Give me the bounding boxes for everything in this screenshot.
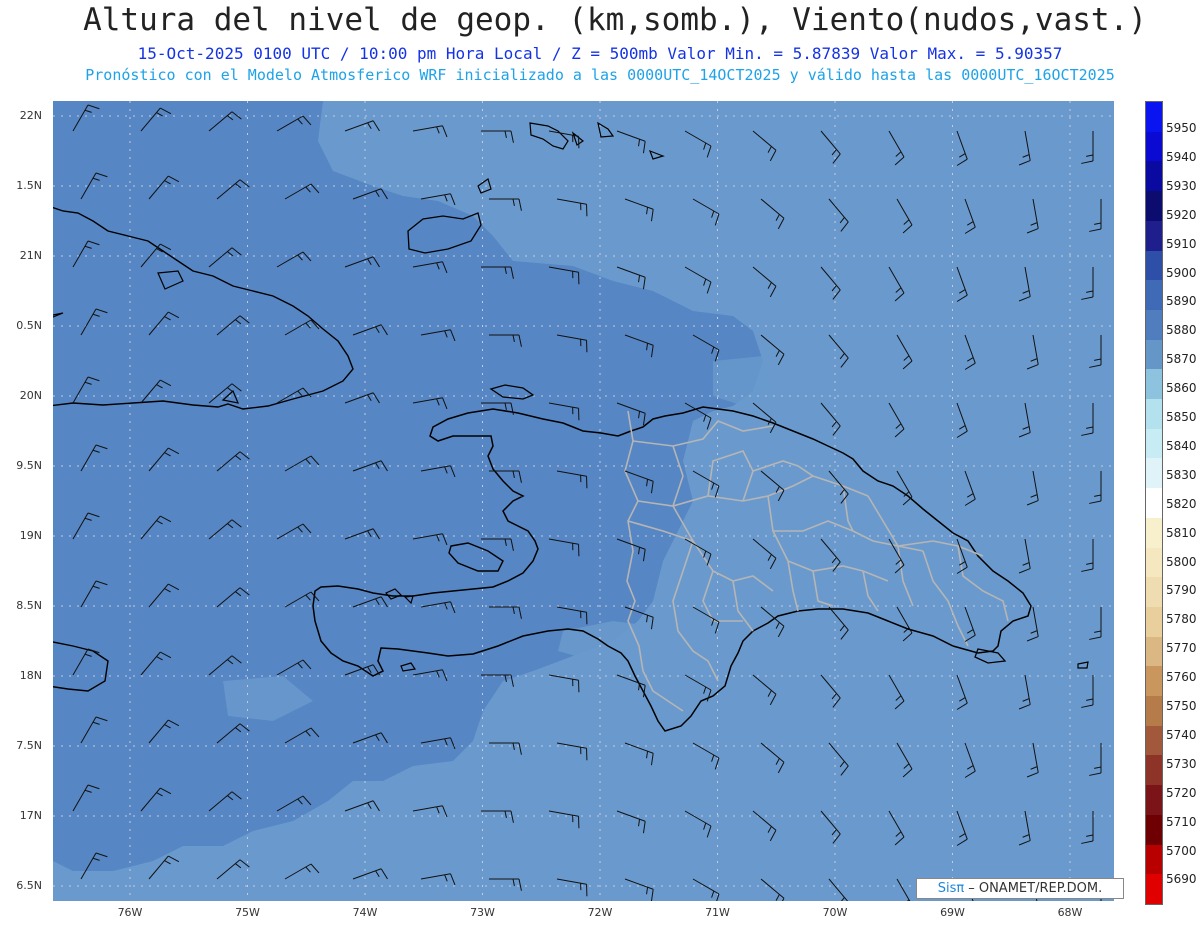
colorbar-label: 5690 (1166, 872, 1197, 887)
colorbar-swatch (1146, 220, 1162, 252)
colorbar-swatch (1146, 102, 1162, 133)
colorbar-swatch (1146, 606, 1162, 638)
colorbar-swatch (1146, 636, 1162, 667)
longitude-label: 68W (1057, 906, 1083, 919)
colorbar-label: 5700 (1166, 843, 1197, 858)
colorbar-label: 5800 (1166, 554, 1197, 569)
colorbar-swatch (1146, 250, 1162, 281)
colorbar-label: 5820 (1166, 496, 1197, 511)
longitude-label: 72W (587, 906, 613, 919)
latitude-label: 20N (19, 389, 42, 402)
colorbar-swatch (1146, 814, 1162, 846)
longitude-label: 75W (235, 906, 260, 919)
latitude-label: 1.5N (16, 179, 42, 192)
geopotential-map (47, 101, 1114, 914)
colorbar-label: 5950 (1166, 121, 1197, 135)
latitude-label: 22N (19, 109, 42, 122)
colorbar-swatch (1146, 339, 1162, 370)
colorbar-swatch (1146, 696, 1162, 727)
colorbar-label: 5890 (1166, 294, 1197, 309)
colorbar-swatch (1146, 666, 1162, 697)
colorbar-label: 5870 (1166, 352, 1197, 367)
colorbar-swatch (1146, 369, 1162, 400)
colorbar-label: 5810 (1166, 525, 1197, 540)
latitude-label: 9.5N (16, 459, 42, 472)
colorbar-label: 5830 (1166, 467, 1197, 482)
colorbar-swatch (1146, 874, 1162, 905)
colorbar-label: 5790 (1166, 583, 1197, 598)
colorbar-label: 5770 (1166, 641, 1197, 656)
colorbar-swatch (1146, 280, 1162, 311)
colorbar-swatch (1146, 844, 1162, 875)
colorbar-label: 5730 (1166, 756, 1197, 771)
forecast-valid-time: 15-Oct-2025 0100 UTC / 10:00 pm Hora Loc… (137, 44, 1063, 63)
colorbar-label: 5900 (1166, 265, 1197, 280)
latitude-label: 18N (19, 669, 42, 682)
longitude-label: 73W (470, 906, 495, 919)
latitude-label: 6.5N (16, 879, 42, 892)
sispi-logo: Sisπ (937, 881, 965, 896)
longitude-label: 76W (117, 906, 143, 919)
colorbar-label: 5940 (1166, 149, 1197, 164)
longitude-label: 71W (705, 906, 730, 919)
credit-text: – ONAMET/REP.DOM. (968, 881, 1103, 896)
colorbar-label: 5860 (1166, 381, 1197, 396)
colorbar-swatch (1146, 547, 1162, 578)
colorbar-label: 5760 (1166, 670, 1197, 685)
colorbar-label: 5910 (1166, 236, 1197, 251)
colorbar-swatch (1146, 488, 1162, 519)
colorbar-label: 5850 (1166, 410, 1197, 424)
colorbar-label: 5710 (1166, 814, 1197, 829)
longitude-label: 69W (940, 906, 965, 919)
longitude-label: 70W (822, 906, 848, 919)
longitude-label: 74W (352, 906, 378, 919)
colorbar-swatch (1146, 725, 1162, 756)
latitude-label: 19N (19, 529, 42, 542)
model-info: Pronóstico con el Modelo Atmosferico WRF… (85, 66, 1115, 84)
colorbar-swatch (1146, 309, 1162, 341)
colorbar-swatch (1146, 785, 1162, 816)
colorbar-label: 5920 (1166, 207, 1197, 222)
colorbar-label: 5880 (1166, 323, 1197, 338)
colorbar-swatch (1146, 399, 1162, 430)
latitude-label: 17N (19, 809, 42, 822)
colorbar-swatch (1146, 191, 1162, 222)
colorbar-swatch (1146, 131, 1162, 162)
colorbar-swatch (1146, 577, 1162, 608)
colorbar-swatch (1146, 458, 1162, 489)
latitude-label: 0.5N (16, 319, 42, 332)
colorbar-swatch (1146, 428, 1162, 459)
colorbar-label: 5840 (1166, 438, 1197, 453)
colorbar-swatch (1146, 517, 1162, 549)
colorbar-label: 5750 (1166, 699, 1197, 713)
colorbar-swatch (1146, 755, 1162, 786)
latitude-label: 21N (19, 249, 42, 262)
map-title: Altura del nivel de geop. (km,somb.), Vi… (83, 2, 1147, 38)
colorbar-label: 5930 (1166, 178, 1197, 193)
colorbar-label: 5740 (1166, 727, 1197, 742)
credit-badge: Sisπ – ONAMET/REP.DOM. (916, 878, 1124, 899)
latitude-label: 8.5N (16, 599, 42, 612)
latitude-label: 7.5N (16, 739, 42, 752)
colorbar-swatch (1146, 161, 1162, 192)
colorbar-label: 5720 (1166, 785, 1197, 800)
map-panel[interactable] (47, 101, 1114, 914)
colorbar (1145, 101, 1163, 905)
colorbar-label: 5780 (1166, 612, 1197, 627)
